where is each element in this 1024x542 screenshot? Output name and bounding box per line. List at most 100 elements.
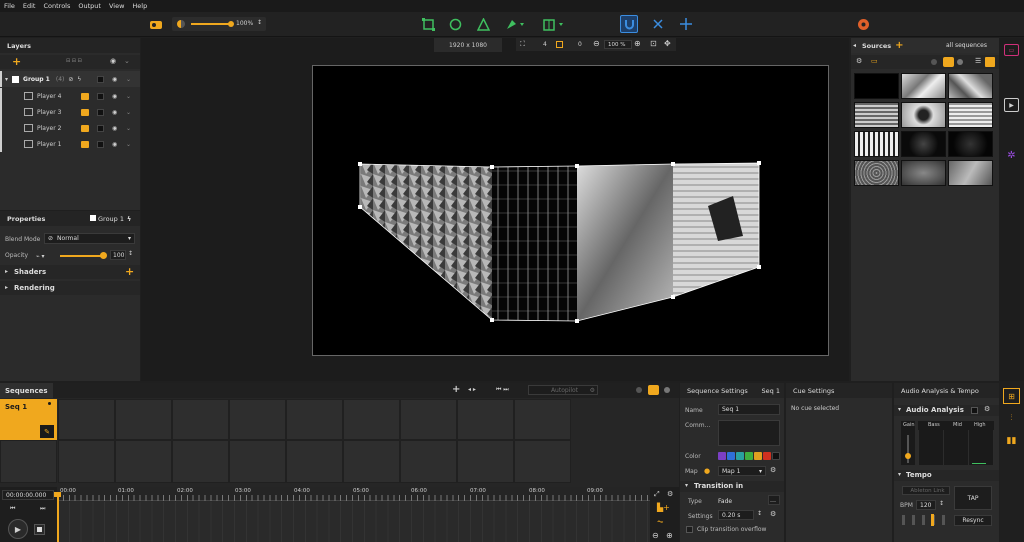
source-thumbnail[interactable] [854,102,899,128]
sequence-cell-empty[interactable] [229,399,286,440]
add-source-icon[interactable]: + [895,40,903,51]
selection-icon[interactable] [556,41,563,48]
sequence-cell-empty[interactable] [58,440,115,483]
zoom-input[interactable]: 100 % [604,40,632,49]
fullscreen-icon[interactable]: ⤢ [654,490,660,499]
media-player-icon[interactable]: ▶ [1004,98,1019,112]
play-button[interactable]: ▶ [8,519,28,539]
zoom-in-icon[interactable]: ⊕ [666,531,673,540]
source-thumbnail[interactable] [854,73,899,99]
grid-view-icon[interactable] [985,57,995,67]
flash-icon[interactable]: ϟ [127,215,131,223]
menu-controls[interactable]: Controls [43,2,70,10]
output-icon[interactable] [148,17,164,31]
surface-2[interactable] [492,166,577,321]
sequence-cell-empty[interactable] [0,440,57,483]
eye-icon[interactable]: ◉ [112,141,117,148]
preview-output-icon[interactable] [855,16,871,32]
corner-handle[interactable] [575,319,579,323]
layer-group-row[interactable]: ▾ Group 1 (4) ⊘ ϟ ◉ ⌄ [0,71,140,87]
edit-pencil-icon[interactable]: ✎ [40,425,54,438]
mesh-tool-icon[interactable] [541,16,569,32]
gear-icon[interactable]: ⚙ [667,490,673,498]
ableton-link-button[interactable]: Ableton Link [902,486,950,495]
eye-icon[interactable]: ◉ [112,93,117,100]
brightness-slider[interactable] [191,23,231,25]
effect-icon[interactable]: ✲ [1004,148,1019,162]
menu-edit[interactable]: Edit [23,2,36,10]
corner-handle[interactable] [490,165,494,169]
opacity-slider-handle[interactable] [100,252,107,259]
collapse-left-icon[interactable]: ◂ [853,42,856,49]
mode-active-icon[interactable] [648,385,659,395]
bpm-input[interactable]: 120 [916,500,936,510]
color-swatch-blue[interactable] [727,452,735,460]
corner-handle[interactable] [575,164,579,168]
visibility-all-icon[interactable]: ◉ [110,57,116,65]
pen-tool-icon[interactable] [503,16,527,32]
zoom-out-icon[interactable]: ⊖ [593,39,600,48]
filter-active-icon[interactable] [943,57,954,67]
filter-dot-icon[interactable] [957,59,963,65]
source-thumbnail[interactable] [854,131,899,157]
prev-marker-icon[interactable]: ⏮ [10,505,15,513]
sequence-cell-empty[interactable] [115,399,172,440]
clip-overflow-checkbox[interactable] [686,526,693,533]
output-canvas[interactable] [312,65,829,356]
surface-1[interactable] [360,164,492,320]
eye-icon[interactable]: ◉ [112,76,117,83]
source-thumbnail[interactable] [948,160,993,186]
corner-handle[interactable] [671,162,675,166]
timeline-track[interactable]: 00:00 01:00 02:00 03:00 04:00 05:00 06:0… [54,487,650,542]
layout-grid-icon[interactable]: ⊞ [1003,388,1020,404]
duration-input[interactable]: 0.20 s [718,510,754,520]
layer-row[interactable]: Player 4 ◉ ⌄ [0,88,140,104]
solo-icon[interactable] [97,75,104,83]
collapse-arrow-icon[interactable]: ▾ [5,76,8,83]
circle-tool-icon[interactable] [447,16,463,32]
source-thumbnail[interactable] [901,73,946,99]
output-window-icon[interactable]: ▭ [1004,44,1019,56]
eye-icon[interactable]: ◉ [112,125,117,132]
magnet-snap-icon[interactable] [620,15,638,33]
pan-icon[interactable]: ✥ [664,39,671,48]
brightness-slider-handle[interactable] [228,21,234,27]
sequence-cell-empty[interactable] [286,440,343,483]
opacity-mode-icon[interactable]: ⌁ ▾ [36,253,45,260]
gain-slider-handle[interactable] [905,453,911,459]
zoom-fit-icon[interactable]: ⊡ [650,39,657,48]
gear-icon[interactable]: ⚙ [770,510,776,518]
gear-icon[interactable]: ⚙ [590,387,595,394]
crosshair-icon[interactable] [678,16,694,32]
sequence-cell-empty[interactable] [229,440,286,483]
chevron-down-icon[interactable]: ⌄ [126,109,131,116]
sequence-cell-empty[interactable] [172,440,229,483]
name-input[interactable]: Seq 1 [718,404,780,415]
sequence-cell-empty[interactable] [58,399,115,440]
gear-icon[interactable]: ⚙ [984,405,990,413]
source-thumbnail[interactable] [948,131,993,157]
autopilot-button[interactable]: Autopilot ⚙ [528,385,598,395]
sequence-cell-empty[interactable] [457,440,514,483]
audio-analysis-section[interactable]: ▾ Audio Analysis ⚙ [894,405,999,416]
opacity-stepper[interactable]: ↕ [128,250,133,257]
color-swatch-green[interactable] [745,452,753,460]
sequence-cell-active[interactable]: Seq 1 ✎ [0,399,57,440]
audio-enable-checkbox[interactable] [971,407,978,414]
layer-thumb-icon[interactable] [81,92,89,100]
brightness-value[interactable]: 100% [236,20,253,27]
list-view-icon[interactable]: ☰ [975,57,981,65]
sequence-cell-empty[interactable] [343,399,400,440]
source-thumbnail[interactable] [854,160,899,186]
shaders-section[interactable]: ▸ Shaders + [0,265,140,279]
solo-icon[interactable] [97,108,104,116]
layer-thumb-icon[interactable] [81,140,89,148]
add-cue-icon[interactable]: ▙+ [657,503,670,512]
type-browse-button[interactable]: … [768,495,780,505]
corner-handle[interactable] [757,161,761,165]
prev-next-icon[interactable]: ◂ ▸ [468,386,476,393]
sequence-cell-empty[interactable] [286,399,343,440]
mode-dot-icon[interactable] [636,387,642,393]
menu-view[interactable]: View [109,2,124,10]
skip-icon[interactable]: ⏮ ⏭ [496,386,509,394]
